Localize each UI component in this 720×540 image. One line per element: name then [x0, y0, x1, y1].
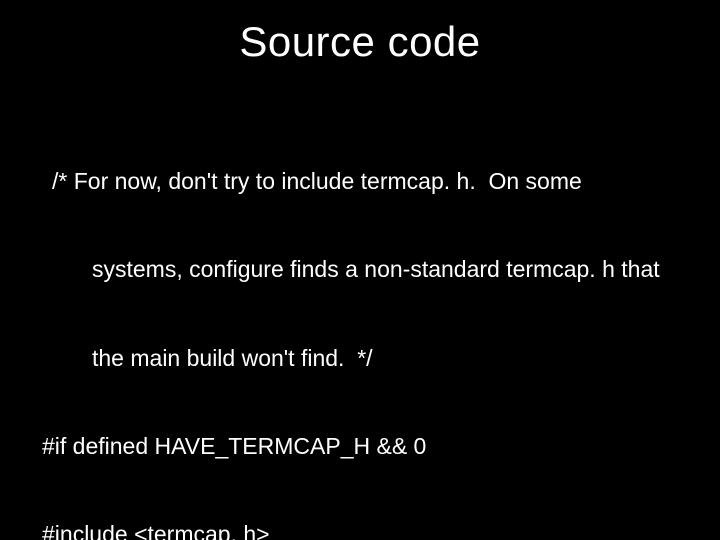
code-comment-line-3: the main build won't find. */: [42, 344, 678, 373]
code-comment-line-1: /* For now, don't try to include termcap…: [42, 167, 678, 196]
slide: Source code /* For now, don't try to inc…: [0, 0, 720, 540]
code-line-include: #include <termcap. h>: [42, 520, 678, 540]
slide-title: Source code: [42, 18, 678, 66]
code-block: /* For now, don't try to include termcap…: [42, 108, 678, 540]
code-line-if: #if defined HAVE_TERMCAP_H && 0: [42, 432, 678, 461]
code-comment-line-2: systems, configure finds a non-standard …: [42, 255, 678, 284]
